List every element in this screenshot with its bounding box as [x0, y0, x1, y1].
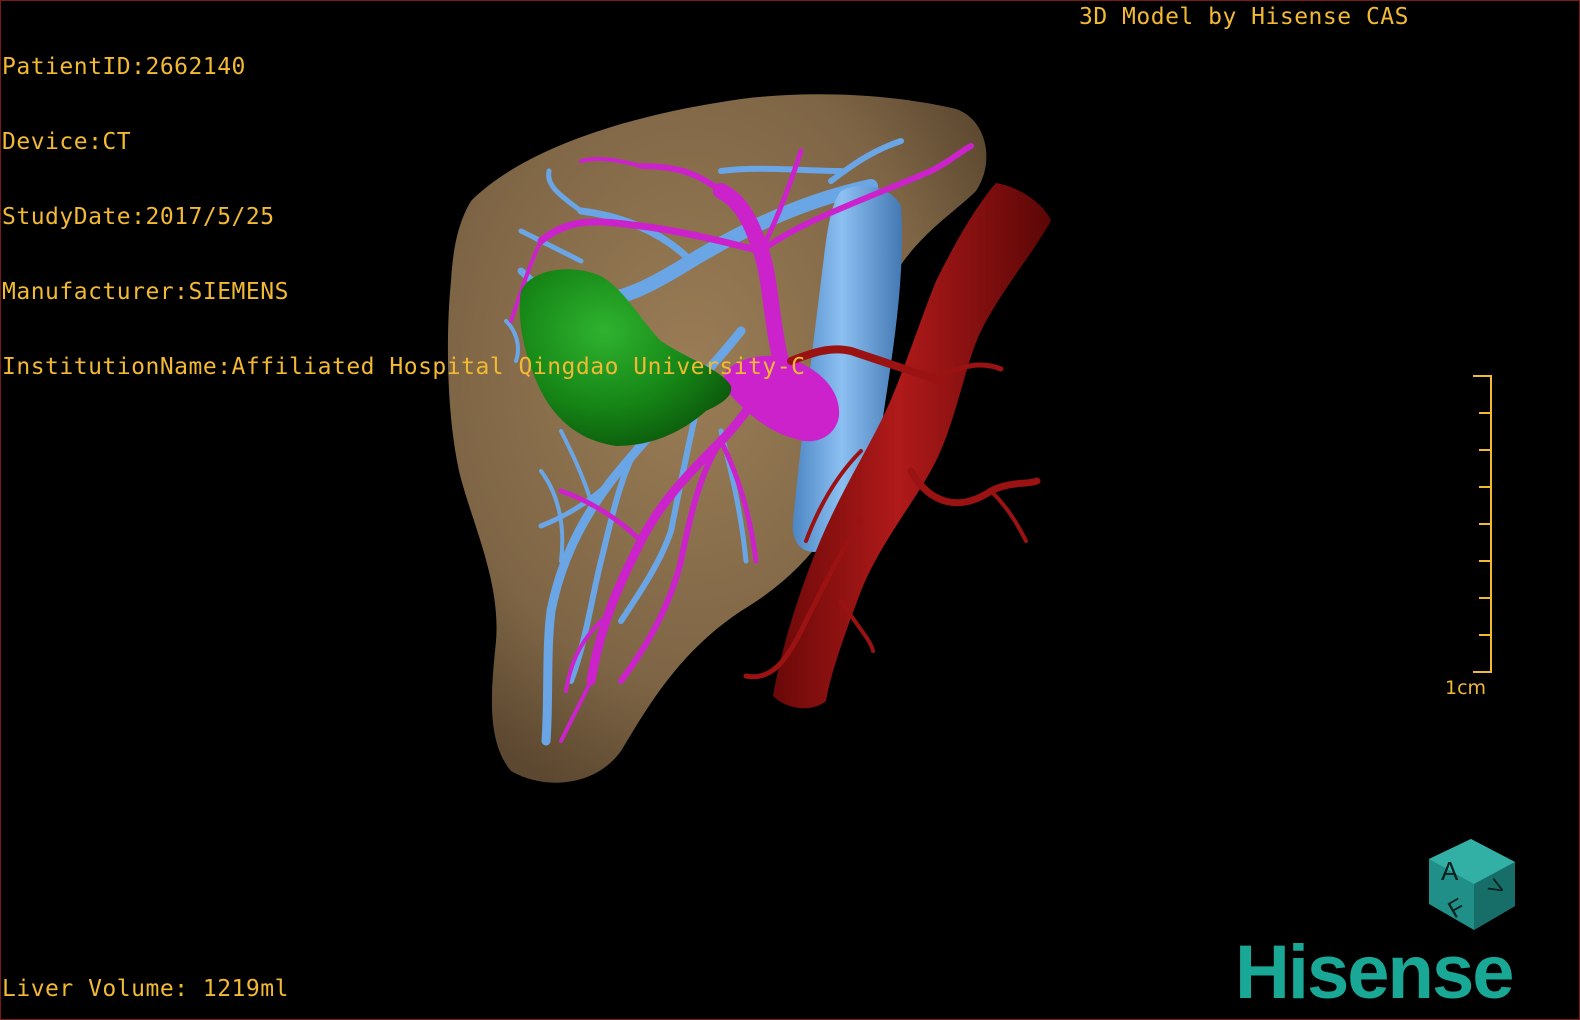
- liver-volume-text: Liver Volume: 1219ml: [2, 976, 289, 1002]
- hisense-logo: Hisense: [1235, 930, 1514, 1015]
- manufacturer-text: Manufacturer:SIEMENS: [2, 279, 289, 305]
- scale-label: 1cm: [1445, 677, 1487, 699]
- patient-id-text: PatientID:2662140: [2, 54, 246, 80]
- orientation-cube[interactable]: A F V: [1419, 834, 1523, 934]
- patient-info-overlay: PatientID:2662140 Device:CT StudyDate:20…: [2, 5, 805, 430]
- scale-bar: [1473, 375, 1492, 673]
- cube-face-a: A: [1441, 856, 1459, 886]
- model-credit-text: 3D Model by Hisense CAS: [1079, 4, 1409, 30]
- 3d-viewport[interactable]: PatientID:2662140 Device:CT StudyDate:20…: [0, 0, 1580, 1020]
- study-date-text: StudyDate:2017/5/25: [2, 204, 275, 230]
- device-text: Device:CT: [2, 129, 132, 155]
- institution-text: InstitutionName:Affiliated Hospital Qing…: [2, 354, 806, 380]
